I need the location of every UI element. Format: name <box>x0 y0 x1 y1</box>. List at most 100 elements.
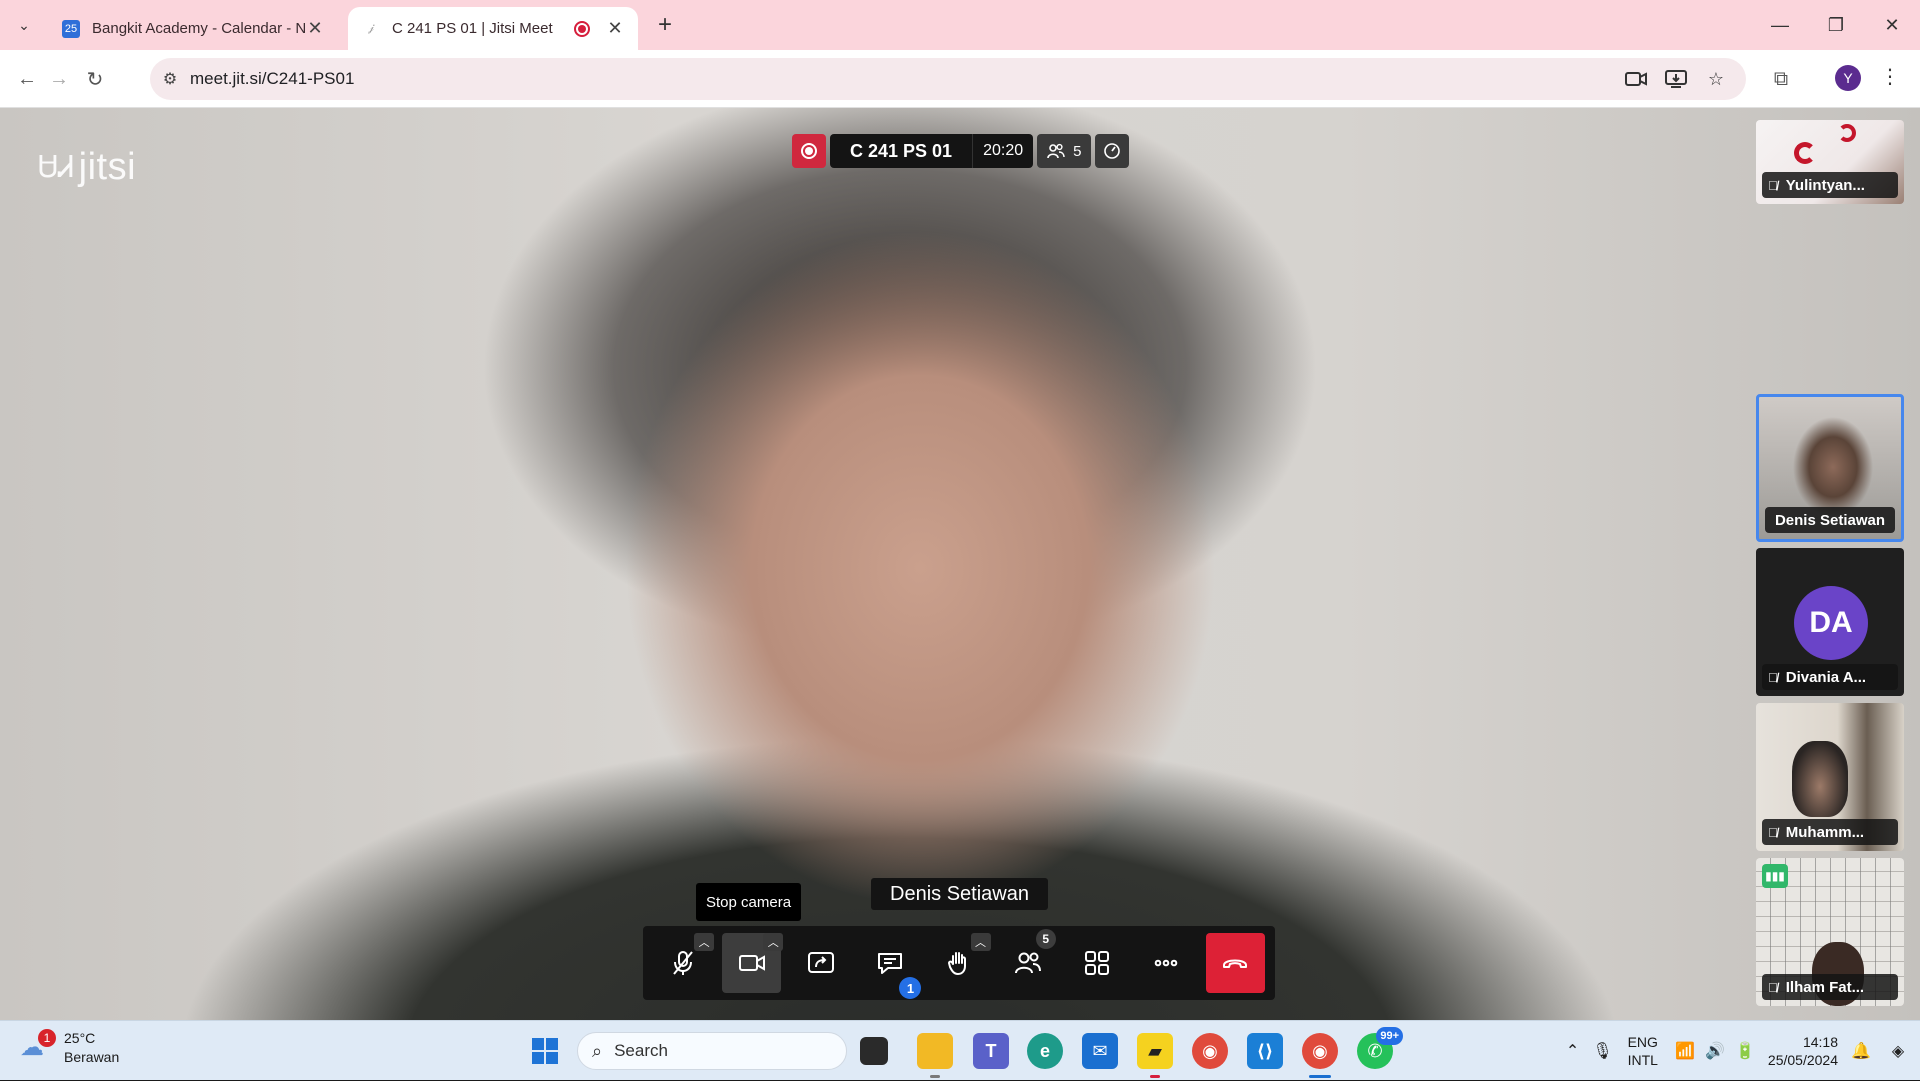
participant-count-button[interactable]: 5 <box>1037 134 1092 168</box>
mic-muted-icon: 🎙̸ <box>1768 979 1778 995</box>
participant-name-label: Denis Setiawan <box>1765 507 1895 533</box>
edge-icon[interactable]: e <box>1027 1033 1063 1069</box>
tile-view-button[interactable] <box>1068 933 1127 993</box>
weather-widget[interactable]: ☁ 1 25°C Berawan <box>20 1029 119 1067</box>
taskbar-search-box[interactable]: ⌕ Search <box>577 1032 847 1070</box>
participant-tile-active[interactable]: Denis Setiawan <box>1756 394 1904 542</box>
search-icon: ⌕ <box>592 1040 603 1061</box>
mic-muted-icon: 🎙̸ <box>1768 177 1778 193</box>
participants-icon <box>1015 952 1042 974</box>
battery-icon[interactable]: 🔋 <box>1730 1041 1760 1061</box>
task-view-icon[interactable] <box>860 1037 888 1065</box>
stop-camera-tooltip: Stop camera <box>696 883 802 921</box>
camera-in-use-icon[interactable] <box>1616 60 1656 98</box>
windows-taskbar: ☁ 1 25°C Berawan ⌕ Search T e ✉ ▰ ◉ ⟨⟩ ◉ … <box>0 1020 1920 1080</box>
participant-name-label: 🎙̸ Yulintyan... <box>1762 172 1898 198</box>
volume-icon[interactable]: 🔊 <box>1700 1041 1730 1061</box>
mic-muted-icon <box>672 951 693 975</box>
mail-icon[interactable]: ✉ <box>1082 1033 1118 1069</box>
address-bar[interactable]: ⚙ meet.jit.si/C241-PS01 <box>150 58 1746 100</box>
recording-icon <box>574 20 590 37</box>
start-button[interactable] <box>527 1033 563 1069</box>
close-tab-icon[interactable]: ✕ <box>606 18 624 39</box>
teams-icon[interactable]: T <box>973 1033 1009 1069</box>
close-window-icon[interactable]: ✕ <box>1864 0 1920 50</box>
cloud-icon: ☁ 1 <box>20 1029 56 1063</box>
minimize-icon[interactable]: — <box>1752 0 1808 50</box>
notification-badge: 1 <box>38 1029 56 1047</box>
screen-share-icon <box>807 952 834 973</box>
sticky-notes-icon[interactable]: ▰ <box>1137 1033 1173 1078</box>
participant-name-label: 🎙̸ Ilham Fat... <box>1762 974 1898 1000</box>
language-indicator[interactable]: ENG INTL <box>1628 1033 1658 1069</box>
close-tab-icon[interactable]: ✕ <box>306 18 324 39</box>
participant-tile[interactable]: ▮▮▮ 🎙̸ Ilham Fat... <box>1756 858 1904 1006</box>
chat-button[interactable]: 1 <box>860 933 922 999</box>
participants-badge: 5 <box>1035 929 1056 949</box>
window-controls: — ❐ ✕ <box>1752 0 1920 50</box>
profile-avatar[interactable]: Y <box>1835 65 1861 91</box>
chrome-profile-icon[interactable]: ◉ <box>1302 1033 1338 1078</box>
bookmark-star-icon[interactable]: ☆ <box>1696 60 1736 98</box>
more-actions-button[interactable] <box>1137 933 1196 993</box>
hangup-icon <box>1223 959 1248 968</box>
participants-button[interactable]: 5 <box>999 929 1058 993</box>
restore-icon[interactable]: ❐ <box>1808 0 1864 50</box>
participant-tile[interactable]: DA 🎙̸ Divania A... <box>1756 548 1904 696</box>
chevron-up-icon[interactable]: ︿ <box>763 933 784 951</box>
tab-title: C 241 PS 01 | Jitsi Meet <box>392 20 553 37</box>
chat-icon <box>877 953 902 974</box>
microphone-icon[interactable]: 🎙 <box>1588 1041 1618 1061</box>
camera-button[interactable]: ︿ <box>722 933 784 993</box>
chrome-icon[interactable]: ◉ <box>1192 1033 1228 1069</box>
copilot-icon[interactable]: ◈ <box>1876 1041 1920 1061</box>
notifications-bell-icon[interactable]: 🔔 <box>1846 1041 1876 1061</box>
chevron-up-icon[interactable]: ︿ <box>970 933 991 951</box>
site-info-icon[interactable]: ⚙ <box>150 69 190 89</box>
participant-name-label: 🎙̸ Divania A... <box>1762 664 1898 690</box>
clock[interactable]: 14:18 25/05/2024 <box>1768 1033 1838 1069</box>
chevron-down-icon: ⌄ <box>18 16 30 33</box>
weather-desc: Berawan <box>64 1049 120 1065</box>
tab-calendar[interactable]: 25 Bangkit Academy - Calendar - N ✕ <box>48 7 338 50</box>
new-tab-button[interactable]: + <box>650 10 680 40</box>
tab-search-button[interactable]: ⌄ <box>10 12 38 38</box>
participant-tile[interactable]: 🎙̸ Muhamm... <box>1756 703 1904 851</box>
chevron-up-icon[interactable]: ︿ <box>694 933 715 951</box>
reload-icon[interactable]: ↻ <box>80 64 110 94</box>
show-hidden-icons-icon[interactable]: ⌃ <box>1558 1041 1588 1061</box>
participant-name-label: 🎙̸ Muhamm... <box>1762 819 1898 845</box>
share-screen-button[interactable] <box>791 933 850 993</box>
raise-hand-button[interactable]: ︿ <box>929 933 991 993</box>
wifi-icon[interactable]: 📶 <box>1670 1041 1700 1061</box>
recording-indicator[interactable] <box>792 134 826 168</box>
tile-view-icon <box>1085 951 1110 975</box>
unread-count-badge: 99+ <box>1376 1027 1403 1045</box>
leave-meeting-button[interactable] <box>1205 933 1265 993</box>
meeting-title: C 241 PS 01 <box>830 134 973 168</box>
more-icon <box>1155 959 1178 967</box>
meeting-stage: ᏌᏗ jitsi C 241 PS 01 20:20 5 🎙̸ Yulintya… <box>0 108 1920 1020</box>
tab-jitsi[interactable]: 𝒿 C 241 PS 01 | Jitsi Meet ✕ <box>348 7 638 50</box>
browser-menu-icon[interactable]: ⋮ <box>1880 64 1900 89</box>
connection-signal-icon[interactable]: ▮▮▮ <box>1762 864 1788 888</box>
extensions-icon[interactable]: ⧉ <box>1766 64 1796 94</box>
jitsi-logo[interactable]: ᏌᏗ jitsi <box>38 146 136 189</box>
system-tray: ⌃ 🎙 ENG INTL 📶 🔊 🔋 14:18 25/05/2024 🔔 ◈ <box>1558 1021 1920 1081</box>
forward-icon[interactable]: → <box>44 64 74 94</box>
meeting-toolbox: ︿ ︿ 1 ︿ 5 <box>643 926 1275 1000</box>
whatsapp-icon[interactable]: ✆ 99+ <box>1357 1027 1403 1069</box>
participant-tile[interactable]: 🎙̸ Yulintyan... <box>1756 120 1904 204</box>
tab-title: Bangkit Academy - Calendar - N <box>92 20 306 37</box>
back-icon[interactable]: ← <box>12 64 42 94</box>
install-app-icon[interactable] <box>1656 60 1696 98</box>
vscode-icon[interactable]: ⟨⟩ <box>1247 1033 1283 1069</box>
mic-muted-icon: 🎙̸ <box>1768 824 1778 840</box>
connection-speed-icon[interactable] <box>1095 134 1130 168</box>
file-explorer-icon[interactable] <box>917 1033 953 1078</box>
mic-muted-icon: 🎙̸ <box>1768 669 1778 685</box>
jitsi-mark-icon: ᏌᏗ <box>38 150 75 184</box>
windows-logo-icon <box>532 1038 558 1064</box>
weather-temp: 25°C <box>64 1030 96 1046</box>
microphone-button[interactable]: ︿ <box>653 933 715 993</box>
